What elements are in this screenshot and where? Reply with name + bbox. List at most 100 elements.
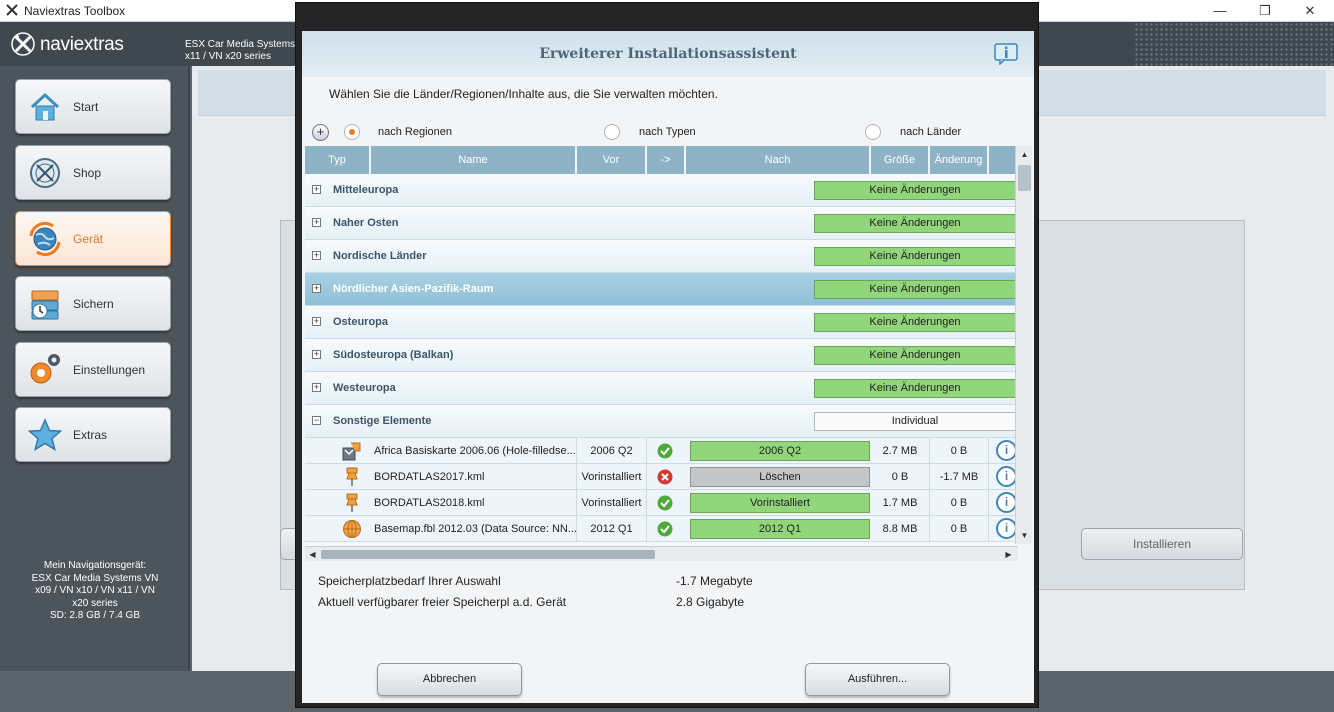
region-row-suedosteuropa[interactable]: + Südosteuropa (Balkan) Keine Änderungen bbox=[305, 339, 1016, 372]
table-vertical-scrollbar[interactable]: ▲ ▼ bbox=[1015, 146, 1032, 544]
item-info-icon[interactable]: i bbox=[996, 492, 1017, 513]
item-change: -1.7 MB bbox=[930, 464, 989, 490]
naviextras-logo: naviextras bbox=[10, 30, 124, 58]
device-info-line: ESX Car Media Systems VN bbox=[31, 572, 159, 584]
sidebar-item-label: Gerät bbox=[73, 232, 104, 246]
column-header-nach[interactable]: Nach bbox=[686, 146, 871, 174]
expand-all-button[interactable]: + bbox=[312, 124, 329, 141]
scroll-thumb[interactable] bbox=[321, 550, 655, 559]
region-row-sonstige-elemente[interactable]: − Sonstige Elemente Individual bbox=[305, 405, 1016, 438]
region-row-mitteleuropa[interactable]: + Mitteleuropa Keine Änderungen bbox=[305, 174, 1016, 207]
minimize-button[interactable]: — bbox=[1205, 2, 1235, 20]
region-row-nordische-laender[interactable]: + Nordische Länder Keine Änderungen bbox=[305, 240, 1016, 273]
region-status[interactable]: Keine Änderungen bbox=[814, 346, 1016, 365]
dialog-title: Erweiterer Installationsassistent bbox=[539, 46, 797, 62]
star-icon bbox=[28, 418, 62, 452]
item-vor: Vorinstalliert bbox=[577, 490, 647, 516]
expand-toggle-icon[interactable]: + bbox=[312, 383, 321, 392]
scroll-up-arrow-icon[interactable]: ▲ bbox=[1018, 148, 1031, 161]
cancel-button[interactable]: Abbrechen bbox=[377, 663, 522, 696]
item-nach-button[interactable]: 2006 Q2 bbox=[690, 441, 870, 461]
region-row-osteuropa[interactable]: + Osteuropa Keine Änderungen bbox=[305, 306, 1016, 339]
radio-by-regions[interactable] bbox=[344, 124, 360, 140]
install-button[interactable]: Installieren bbox=[1081, 528, 1243, 560]
radio-by-countries-label[interactable]: nach Länder bbox=[900, 126, 961, 138]
region-status[interactable]: Keine Änderungen bbox=[814, 280, 1016, 299]
scroll-down-arrow-icon[interactable]: ▼ bbox=[1018, 529, 1031, 542]
scroll-thumb[interactable] bbox=[1018, 165, 1031, 191]
home-icon bbox=[30, 92, 60, 121]
dialog-title-band: Erweiterer Installationsassistent bbox=[302, 31, 1034, 77]
item-change: 0 B bbox=[930, 438, 989, 464]
sidebar-item-start[interactable]: Start bbox=[15, 79, 171, 134]
item-info-icon[interactable]: i bbox=[996, 440, 1017, 461]
region-status[interactable]: Keine Änderungen bbox=[814, 247, 1016, 266]
table-row[interactable]: BORDATLAS2017.kml Vorinstalliert Löschen… bbox=[305, 464, 1017, 490]
indent-cell bbox=[305, 438, 333, 464]
sidebar-item-geraet[interactable]: Gerät bbox=[15, 211, 171, 266]
region-row-noerdlicher-asien-pazifik[interactable]: + Nördlicher Asien-Pazifik-Raum Keine Än… bbox=[305, 273, 1016, 306]
table-horizontal-scrollbar[interactable]: ◀ ▶ bbox=[305, 546, 1018, 561]
radio-by-types-label[interactable]: nach Typen bbox=[639, 126, 696, 138]
region-name: Nördlicher Asien-Pazifik-Raum bbox=[333, 283, 494, 295]
item-size: 8.8 MB bbox=[871, 516, 930, 542]
column-header-info bbox=[989, 146, 1018, 174]
item-info-icon[interactable]: i bbox=[996, 518, 1017, 539]
table-row[interactable]: BORDATLAS2018.kml Vorinstalliert Vorinst… bbox=[305, 490, 1017, 516]
item-size: 1.7 MB bbox=[871, 490, 930, 516]
region-status[interactable]: Keine Änderungen bbox=[814, 214, 1016, 233]
table-row[interactable]: Basemap.fbl 2012.03 (Data Source: NN... … bbox=[305, 516, 1017, 542]
checkmark-icon bbox=[657, 443, 673, 459]
radio-by-types[interactable] bbox=[604, 124, 620, 140]
run-button[interactable]: Ausführen... bbox=[805, 663, 950, 696]
close-button[interactable]: ✕ bbox=[1295, 2, 1325, 20]
indent-cell bbox=[305, 464, 333, 490]
expand-toggle-icon[interactable]: + bbox=[312, 317, 321, 326]
device-info: Mein Navigationsgerät: ESX Car Media Sys… bbox=[10, 560, 180, 623]
item-info-icon[interactable]: i bbox=[996, 466, 1017, 487]
region-status[interactable]: Keine Änderungen bbox=[814, 181, 1016, 200]
region-status[interactable]: Keine Änderungen bbox=[814, 313, 1016, 332]
region-status[interactable]: Keine Änderungen bbox=[814, 379, 1016, 398]
gears-icon bbox=[30, 354, 60, 384]
table-header: Typ Name Vor -> Nach Größe Änderung bbox=[305, 146, 1018, 174]
column-header-vor[interactable]: Vor bbox=[577, 146, 647, 174]
column-header-groesse[interactable]: Größe bbox=[871, 146, 930, 174]
expand-toggle-icon[interactable]: + bbox=[312, 251, 321, 260]
sidebar-item-einstellungen[interactable]: Einstellungen bbox=[15, 342, 171, 397]
expand-toggle-icon[interactable]: + bbox=[312, 284, 321, 293]
scroll-right-arrow-icon[interactable]: ▶ bbox=[1002, 548, 1015, 561]
radio-by-regions-label[interactable]: nach Regionen bbox=[378, 126, 452, 138]
column-header-typ[interactable]: Typ bbox=[305, 146, 371, 174]
column-header-aenderung[interactable]: Änderung bbox=[930, 146, 989, 174]
dialog-body: Erweiterer Installationsassistent Wählen… bbox=[302, 31, 1034, 703]
table-row[interactable]: Africa Basiskarte 2006.06 (Hole-filledse… bbox=[305, 438, 1017, 464]
header-dot-pattern bbox=[1134, 22, 1334, 66]
item-nach-button[interactable]: 2012 Q1 bbox=[690, 519, 870, 539]
expand-toggle-icon[interactable]: + bbox=[312, 350, 321, 359]
expand-toggle-icon[interactable]: + bbox=[312, 218, 321, 227]
collapse-toggle-icon[interactable]: − bbox=[312, 416, 321, 425]
pushpin-icon bbox=[346, 467, 358, 486]
item-nach-button[interactable]: Löschen bbox=[690, 467, 870, 487]
summary-free-space-value: 2.8 Gigabyte bbox=[676, 595, 745, 609]
column-header-arrow[interactable]: -> bbox=[647, 146, 686, 174]
expand-toggle-icon[interactable]: + bbox=[312, 185, 321, 194]
sidebar-item-sichern[interactable]: Sichern bbox=[15, 276, 171, 331]
radio-by-countries[interactable] bbox=[865, 124, 881, 140]
help-info-icon[interactable] bbox=[994, 43, 1018, 65]
item-nach-button[interactable]: Vorinstalliert bbox=[690, 493, 870, 513]
region-name: Westeuropa bbox=[333, 382, 396, 394]
region-row-westeuropa[interactable]: + Westeuropa Keine Änderungen bbox=[305, 372, 1016, 405]
maximize-button[interactable]: ❐ bbox=[1250, 2, 1280, 20]
scroll-left-arrow-icon[interactable]: ◀ bbox=[306, 548, 319, 561]
region-row-naher-osten[interactable]: + Naher Osten Keine Änderungen bbox=[305, 207, 1016, 240]
region-name: Mitteleuropa bbox=[333, 184, 399, 196]
sidebar-item-shop[interactable]: Shop bbox=[15, 145, 171, 200]
item-size: 0 B bbox=[871, 464, 930, 490]
indent-cell bbox=[305, 516, 333, 542]
region-status[interactable]: Individual bbox=[814, 412, 1016, 431]
region-name: Südosteuropa (Balkan) bbox=[333, 349, 454, 361]
column-header-name[interactable]: Name bbox=[371, 146, 577, 174]
sidebar-item-extras[interactable]: Extras bbox=[15, 407, 171, 462]
